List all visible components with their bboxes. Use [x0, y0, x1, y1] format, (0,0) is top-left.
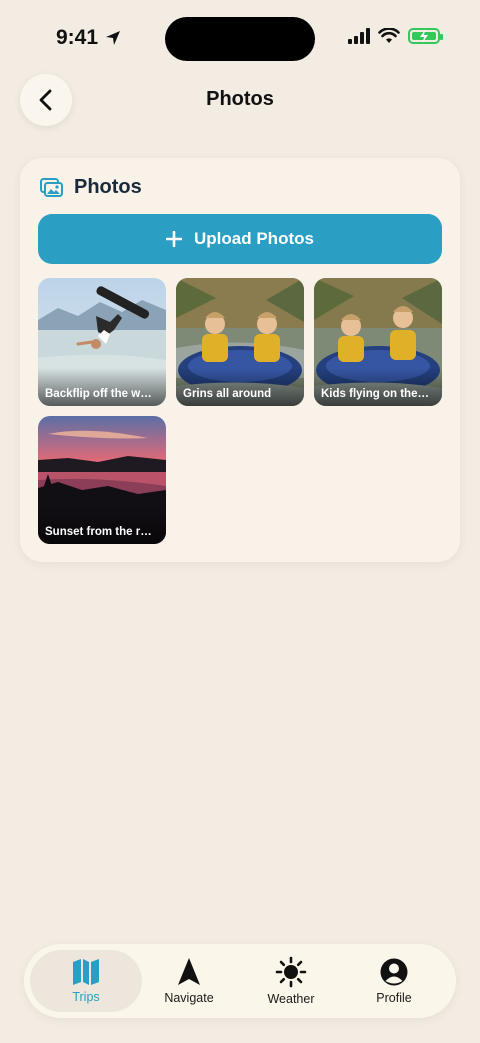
tab-profile[interactable]: Profile — [338, 950, 450, 1012]
photos-card: Photos Upload Photos Backflip off the w… — [20, 158, 460, 562]
clock-text: 9:41 — [56, 26, 99, 49]
tab-label: Navigate — [164, 991, 214, 1005]
photo-tile-sunset[interactable]: Sunset from the r… — [38, 416, 166, 544]
status-indicators — [348, 28, 443, 44]
wifi-icon — [378, 28, 400, 43]
map-icon — [73, 959, 99, 985]
card-header: Photos — [40, 176, 142, 199]
page-title: Photos — [206, 88, 274, 110]
bottom-tab-bar: Trips Navigate Weather Profile — [24, 944, 456, 1018]
photo-tile-kids-flying[interactable]: Kids flying on the… — [314, 278, 442, 406]
photos-icon — [40, 177, 63, 197]
status-bar: 9:41 — [0, 0, 480, 80]
tab-label: Trips — [72, 990, 100, 1004]
profile-icon — [380, 958, 408, 986]
tab-navigate[interactable]: Navigate — [133, 950, 245, 1012]
photo-caption: Backflip off the w… — [38, 368, 166, 406]
photo-caption: Sunset from the r… — [38, 506, 166, 544]
status-time: 9:41 — [56, 26, 122, 50]
photo-tile-backflip[interactable]: Backflip off the w… — [38, 278, 166, 406]
battery-charging-icon — [408, 28, 443, 44]
tab-label: Profile — [376, 991, 412, 1005]
upload-photos-label: Upload Photos — [194, 229, 314, 248]
tab-label: Weather — [267, 992, 315, 1006]
cellular-signal-icon — [348, 28, 370, 44]
upload-photos-button[interactable]: Upload Photos — [38, 214, 442, 264]
sun-icon — [275, 956, 307, 988]
photo-tile-grins[interactable]: Grins all around — [176, 278, 304, 406]
card-title: Photos — [74, 176, 142, 198]
navigate-arrow-icon — [178, 958, 200, 985]
plus-icon — [166, 231, 183, 247]
photo-caption: Grins all around — [176, 368, 304, 406]
tab-trips[interactable]: Trips — [30, 950, 142, 1012]
tab-weather[interactable]: Weather — [235, 950, 347, 1012]
dynamic-island — [165, 17, 315, 61]
location-arrow-icon — [106, 31, 121, 45]
photo-caption: Kids flying on the… — [314, 368, 442, 406]
